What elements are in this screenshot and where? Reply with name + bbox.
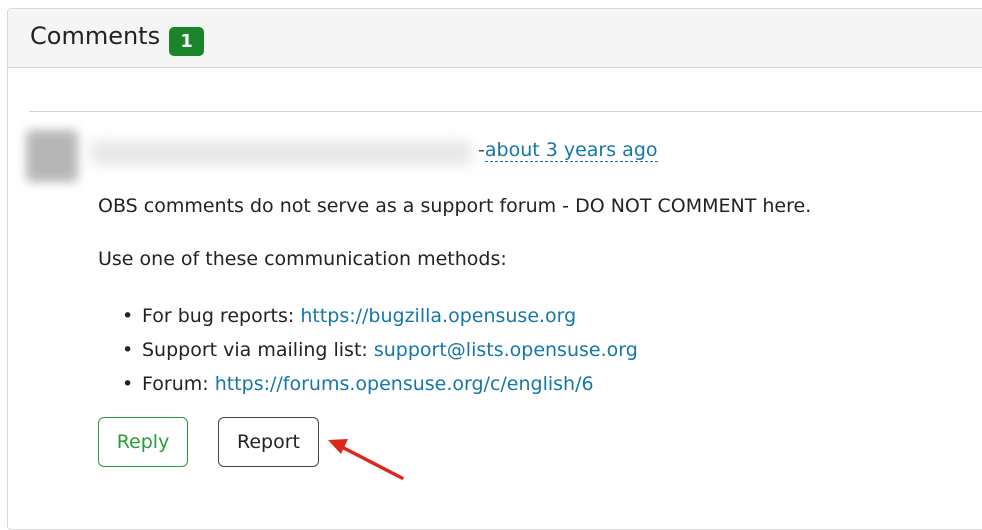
avatar[interactable] <box>26 130 78 182</box>
bullet: • <box>122 373 134 395</box>
report-button[interactable]: Report <box>218 417 319 467</box>
comment-paragraph-1: OBS comments do not serve as a support f… <box>98 195 812 217</box>
comment-divider <box>29 111 982 112</box>
bugzilla-link[interactable]: https://bugzilla.opensuse.org <box>300 305 576 327</box>
mailing-list-link[interactable]: support@lists.opensuse.org <box>374 339 638 361</box>
list-item: • For bug reports: https://bugzilla.opens… <box>98 299 811 333</box>
comment-paragraph-2: Use one of these communication methods: <box>98 248 507 270</box>
communication-methods-list: • For bug reports: https://bugzilla.opens… <box>98 299 811 401</box>
forum-link[interactable]: https://forums.opensuse.org/c/english/6 <box>215 373 594 395</box>
comment-body: OBS comments do not serve as a support f… <box>98 194 811 401</box>
comments-title: Comments <box>30 22 161 50</box>
comment-meta: -about 3 years ago <box>478 139 658 162</box>
bullet: • <box>122 305 134 327</box>
reply-button[interactable]: Reply <box>98 417 188 467</box>
comment-count-badge: 1 <box>169 27 204 56</box>
comments-header: Comments 1 <box>8 9 982 68</box>
annotation-arrow-icon <box>328 439 404 480</box>
timestamp-link[interactable]: about 3 years ago <box>484 139 658 162</box>
meta-separator: - <box>478 139 485 161</box>
list-item: • Support via mailing list: support@lists… <box>98 333 811 367</box>
method-label: For bug reports: <box>142 305 301 327</box>
list-item: • Forum: https://forums.opensuse.org/c/en… <box>98 367 811 401</box>
username-redacted[interactable] <box>90 140 472 166</box>
method-label: Support via mailing list: <box>142 339 374 361</box>
bullet: • <box>122 339 134 361</box>
method-label: Forum: <box>142 373 215 395</box>
